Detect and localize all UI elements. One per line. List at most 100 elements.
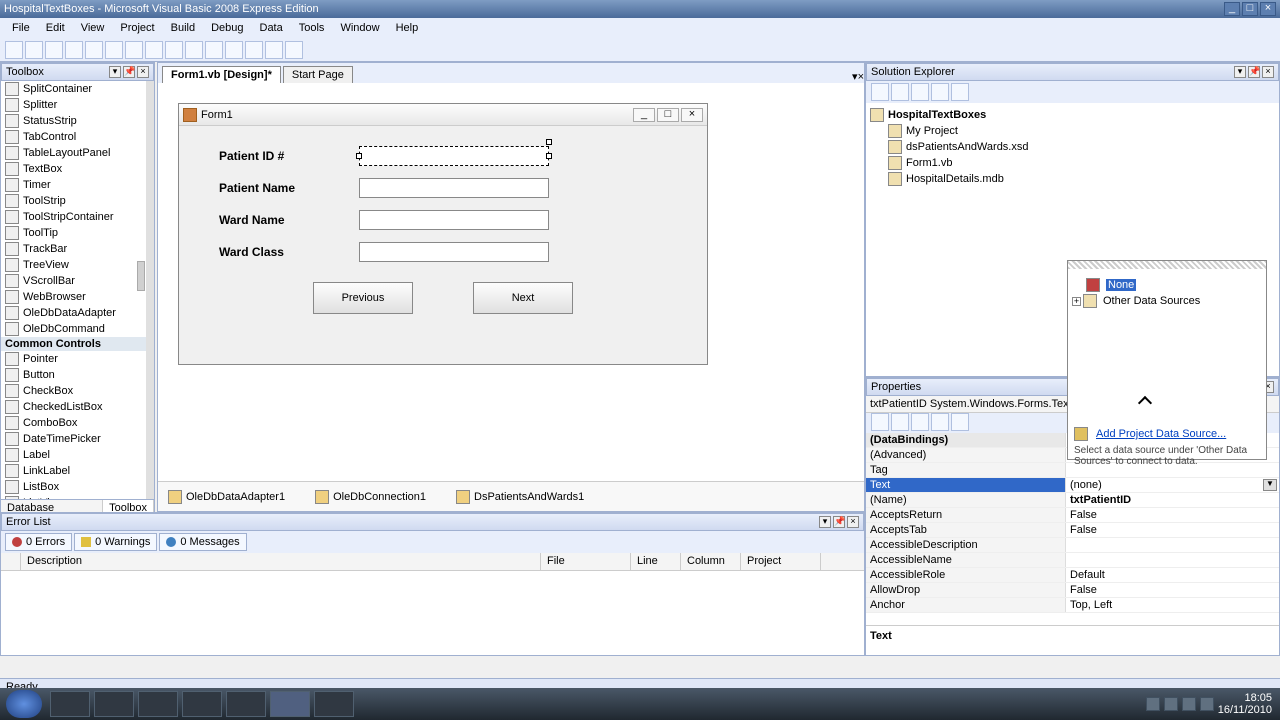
property-row[interactable]: Text(none)▼	[866, 478, 1279, 493]
events-icon[interactable]	[931, 413, 949, 431]
panel-dropdown-icon[interactable]: ▾	[1234, 66, 1246, 78]
property-row[interactable]: AccessibleRoleDefault	[866, 568, 1279, 583]
panel-close-icon[interactable]: ×	[137, 66, 149, 78]
property-row[interactable]: AcceptsTabFalse	[866, 523, 1279, 538]
copy-icon[interactable]	[105, 41, 123, 59]
menu-debug[interactable]: Debug	[203, 20, 251, 36]
toolbox-group[interactable]: Common Controls	[1, 337, 154, 351]
col-line[interactable]: Line	[631, 553, 681, 570]
maximize-button[interactable]: □	[1242, 2, 1258, 16]
component-dataset[interactable]: DsPatientsAndWards1	[456, 490, 584, 504]
property-row[interactable]: (Name)txtPatientID	[866, 493, 1279, 508]
dropdown-icon[interactable]: ▼	[1263, 479, 1277, 491]
panel-dropdown-icon[interactable]: ▾	[819, 516, 831, 528]
property-row[interactable]: AccessibleDescription	[866, 538, 1279, 553]
col-file[interactable]: File	[541, 553, 631, 570]
view-designer-icon[interactable]	[951, 83, 969, 101]
start-debug-icon[interactable]	[185, 41, 203, 59]
taskbar-app-icon[interactable]	[226, 691, 266, 717]
menu-file[interactable]: File	[4, 20, 38, 36]
break-icon[interactable]	[205, 41, 223, 59]
cut-icon[interactable]	[85, 41, 103, 59]
properties-icon[interactable]	[871, 83, 889, 101]
taskbar-media-icon[interactable]	[138, 691, 178, 717]
menu-tools[interactable]: Tools	[291, 20, 333, 36]
resize-handle[interactable]	[546, 153, 552, 159]
form-minimize-icon[interactable]: _	[633, 108, 655, 122]
component-connection[interactable]: OleDbConnection1	[315, 490, 426, 504]
taskbar-vb-icon[interactable]	[270, 691, 310, 717]
property-value[interactable]: txtPatientID	[1066, 493, 1279, 507]
property-row[interactable]: AllowDropFalse	[866, 583, 1279, 598]
form-maximize-icon[interactable]: □	[657, 108, 679, 122]
redo-icon[interactable]	[165, 41, 183, 59]
datasource-tree[interactable]: None + Other Data Sources	[1068, 269, 1266, 425]
design-canvas[interactable]: Form1 _ □ × Patient ID #	[158, 83, 864, 511]
property-row[interactable]: AnchorTop, Left	[866, 598, 1279, 613]
taskbar-app-icon[interactable]	[182, 691, 222, 717]
show-all-icon[interactable]	[891, 83, 909, 101]
tray-icon[interactable]	[1182, 697, 1196, 711]
taskbar-firefox-icon[interactable]	[50, 691, 90, 717]
component-adapter[interactable]: OleDbDataAdapter1	[168, 490, 285, 504]
menu-help[interactable]: Help	[388, 20, 427, 36]
property-value[interactable]: False	[1066, 523, 1279, 537]
start-button[interactable]	[6, 690, 42, 718]
datasource-other[interactable]: + Other Data Sources	[1072, 293, 1262, 309]
undo-icon[interactable]	[145, 41, 163, 59]
property-row[interactable]: AccessibleName	[866, 553, 1279, 568]
alphabetical-icon[interactable]	[891, 413, 909, 431]
menu-edit[interactable]: Edit	[38, 20, 73, 36]
smart-tag-icon[interactable]	[546, 139, 552, 145]
taskbar-app-icon[interactable]	[314, 691, 354, 717]
messages-tab[interactable]: 0 Messages	[159, 533, 246, 551]
property-value[interactable]	[1066, 538, 1279, 552]
datasource-none[interactable]: None	[1072, 277, 1262, 293]
resize-handle[interactable]	[356, 153, 362, 159]
categorized-icon[interactable]	[871, 413, 889, 431]
label-ward-class[interactable]: Ward Class	[219, 245, 359, 259]
next-button[interactable]: Next	[473, 282, 573, 314]
panel-close-icon[interactable]: ×	[1262, 66, 1274, 78]
panel-pin-icon[interactable]: 📌	[833, 516, 845, 528]
save-all-icon[interactable]	[65, 41, 83, 59]
add-datasource-link[interactable]: Add Project Data Source...	[1068, 425, 1266, 443]
panel-pin-icon[interactable]: 📌	[1248, 66, 1260, 78]
minimize-button[interactable]: _	[1224, 2, 1240, 16]
menu-project[interactable]: Project	[112, 20, 162, 36]
property-row[interactable]: AcceptsReturnFalse	[866, 508, 1279, 523]
refresh-icon[interactable]	[911, 83, 929, 101]
properties-icon[interactable]	[911, 413, 929, 431]
tab-form-design[interactable]: Form1.vb [Design]*	[162, 66, 281, 83]
property-value[interactable]: Default	[1066, 568, 1279, 582]
panel-pin-icon[interactable]: 📌	[123, 66, 135, 78]
col-icon[interactable]	[1, 553, 21, 570]
menu-view[interactable]: View	[73, 20, 113, 36]
new-project-icon[interactable]	[5, 41, 23, 59]
textbox-ward-class[interactable]	[359, 242, 549, 262]
step-out-icon[interactable]	[285, 41, 303, 59]
databinding-popup[interactable]: None + Other Data Sources Add Project Da…	[1067, 260, 1267, 460]
close-button[interactable]: ×	[1260, 2, 1276, 16]
property-value[interactable]: False	[1066, 508, 1279, 522]
property-value[interactable]: (none)▼	[1066, 478, 1279, 492]
textbox-ward-name[interactable]	[359, 210, 549, 230]
panel-dropdown-icon[interactable]: ▾	[109, 66, 121, 78]
textbox-patient-name[interactable]	[359, 178, 549, 198]
stop-icon[interactable]	[225, 41, 243, 59]
errors-tab[interactable]: 0 Errors	[5, 533, 72, 551]
textbox-patient-id[interactable]	[359, 146, 549, 166]
property-value[interactable]: Top, Left	[1066, 598, 1279, 612]
property-value[interactable]: False	[1066, 583, 1279, 597]
solution-tree[interactable]: HospitalTextBoxes My Project dsPatientsA…	[866, 103, 1279, 191]
open-icon[interactable]	[25, 41, 43, 59]
expand-icon[interactable]: +	[1072, 297, 1081, 306]
system-tray[interactable]: 18:05 16/11/2010	[1146, 692, 1280, 716]
scrollbar[interactable]	[146, 81, 154, 499]
tray-icon[interactable]	[1200, 697, 1214, 711]
menu-build[interactable]: Build	[163, 20, 203, 36]
splitter-handle[interactable]	[137, 261, 145, 291]
popup-grip[interactable]	[1068, 261, 1266, 269]
form-close-icon[interactable]: ×	[681, 108, 703, 122]
panel-close-icon[interactable]: ×	[847, 516, 859, 528]
